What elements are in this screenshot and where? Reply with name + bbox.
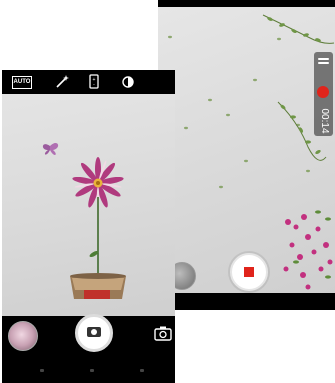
- camera-top-bar: AUTO + -: [2, 70, 175, 94]
- stop-icon: [244, 267, 254, 277]
- video-recording-screen: 00:14: [158, 0, 335, 310]
- record-indicator-icon: [317, 86, 329, 98]
- wall-decals-vines: [168, 14, 335, 290]
- stop-recording-button[interactable]: [230, 253, 268, 291]
- butterfly-decal: [42, 142, 59, 155]
- auto-mode-button[interactable]: AUTO: [12, 76, 32, 89]
- switch-camera-icon[interactable]: [154, 325, 172, 341]
- gallery-thumbnail[interactable]: [8, 321, 38, 351]
- pinwheel-decoration: [42, 142, 126, 299]
- photo-camera-screen: AUTO + -: [2, 70, 175, 383]
- recording-timer: 00:14: [319, 108, 330, 134]
- magic-wand-icon[interactable]: [54, 74, 70, 90]
- navigation-bar: [158, 293, 335, 310]
- video-viewfinder: 00:14: [158, 7, 335, 293]
- flower-pot: [70, 273, 126, 299]
- exposure-icon[interactable]: + -: [86, 74, 102, 90]
- recording-side-panel: 00:14: [314, 52, 333, 136]
- scene-mode-icon[interactable]: [120, 74, 136, 90]
- camera-controls: [2, 314, 175, 383]
- shutter-button[interactable]: [75, 314, 113, 352]
- navigation-bar: [32, 369, 152, 373]
- camera-shutter-icon: [87, 327, 101, 337]
- menu-icon[interactable]: [318, 58, 329, 67]
- photo-viewfinder: 5336: [2, 94, 175, 316]
